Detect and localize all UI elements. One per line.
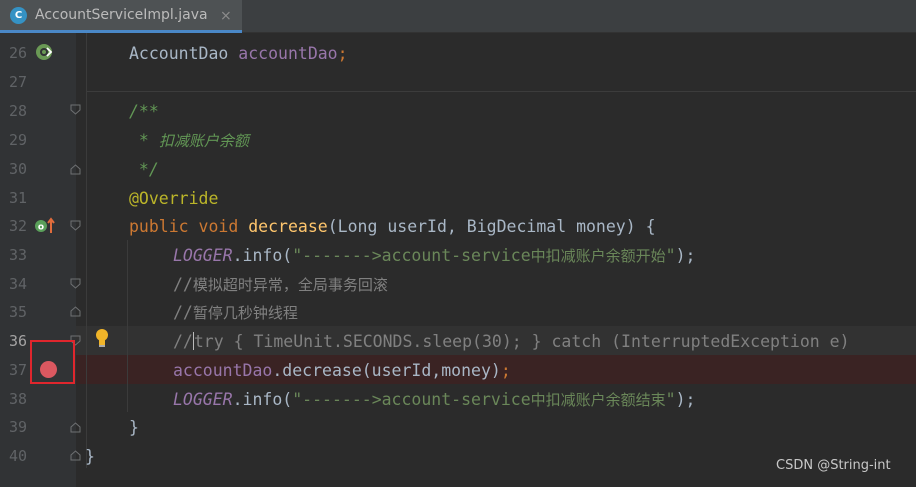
method-separator (86, 91, 916, 92)
code-token: LOGGER (173, 390, 233, 409)
fold-marker-icon[interactable] (70, 450, 81, 461)
code-token: accountDao (238, 44, 338, 63)
fold-marker-icon[interactable] (70, 306, 81, 317)
line-number: 38 (8, 390, 27, 408)
line-number: 35 (8, 303, 27, 321)
code-token: 暂停几秒钟线程 (192, 304, 298, 322)
svg-text:o: o (38, 223, 44, 233)
code-line-29[interactable]: * 扣减账户余额 (129, 126, 249, 155)
code-token: ); (675, 390, 696, 409)
code-line-35[interactable]: //暂停几秒钟线程 (173, 298, 298, 327)
breakpoint-icon[interactable] (40, 361, 57, 378)
code-token: LOGGER (173, 246, 233, 265)
code-line-38[interactable]: LOGGER.info("------->account-service中扣减账… (173, 385, 695, 414)
fold-marker-icon[interactable] (70, 278, 81, 289)
tab-title: AccountServiceImpl.java (35, 7, 208, 23)
code-token: 模拟超时异常，全局事务回滚 (192, 276, 388, 294)
fold-marker-icon[interactable] (70, 164, 81, 175)
code-token: accountDao (173, 361, 273, 380)
code-token: "------->account-service (292, 246, 531, 265)
line-number: 40 (8, 447, 27, 465)
code-token: ; (337, 44, 348, 63)
override-method-icon[interactable]: o (34, 217, 56, 235)
code-token: " (665, 390, 676, 409)
tab-accountserviceimpl[interactable]: C AccountServiceImpl.java ⨯ (0, 0, 242, 33)
code-line-32[interactable]: public void decrease(Long userId, BigDec… (129, 212, 656, 241)
fold-marker-icon[interactable] (70, 220, 81, 231)
code-token: AccountDao (129, 44, 229, 63)
code-token: .info( (232, 390, 293, 409)
code-token: // (173, 303, 193, 322)
line-number: 30 (8, 160, 27, 178)
code-token: // (173, 275, 193, 294)
line-number: 29 (8, 131, 27, 149)
code-token: decrease (248, 217, 328, 236)
code-line-33[interactable]: LOGGER.info("------->account-service中扣减账… (173, 241, 695, 270)
fold-marker-icon[interactable] (70, 104, 81, 115)
code-line-40[interactable]: } (85, 442, 95, 471)
spring-autowired-icon[interactable] (35, 43, 53, 61)
fold-marker-icon[interactable] (70, 422, 81, 433)
line-number: 27 (8, 73, 27, 91)
code-token: .decrease(userId,money) (272, 361, 501, 380)
code-token: (Long userId, BigDecimal money) { (327, 217, 656, 236)
code-token: "------->account-service (292, 390, 531, 409)
indent-guide (86, 33, 87, 468)
line-number: 34 (8, 275, 27, 293)
code-token: * (129, 131, 159, 150)
editor-tab-bar: C AccountServiceImpl.java ⨯ (0, 0, 916, 33)
code-line-28[interactable]: /** (129, 97, 159, 126)
code-token: 扣减账户余额 (158, 132, 249, 150)
indent-guide (127, 240, 128, 412)
line-number: 36 (8, 332, 27, 350)
line-number: 28 (8, 102, 27, 120)
code-line-26[interactable]: AccountDao accountDao; (129, 39, 348, 68)
line-number: 37 (8, 361, 27, 379)
csdn-watermark: CSDN @String-int (776, 458, 891, 473)
code-line-31[interactable]: @Override (129, 184, 218, 213)
code-token: ); (675, 246, 696, 265)
code-token: ; (500, 361, 511, 380)
code-line-34[interactable]: //模拟超时异常，全局事务回滚 (173, 270, 388, 299)
line-number: 26 (8, 44, 27, 62)
code-token: .info( (232, 246, 293, 265)
code-token: // (173, 332, 193, 351)
code-token: try { TimeUnit.SECONDS.sleep(30); } catc… (193, 332, 850, 351)
code-token: 中扣减账户余额开始 (530, 247, 666, 265)
line-number: 32 (8, 217, 27, 235)
code-token: 中扣减账户余额结束 (530, 391, 666, 409)
code-line-37[interactable]: accountDao.decrease(userId,money); (173, 356, 511, 385)
line-number: 39 (8, 418, 27, 436)
intention-bulb-icon[interactable] (94, 328, 110, 348)
code-token: " (665, 246, 676, 265)
code-token: public (129, 217, 189, 236)
code-token: void (198, 217, 239, 236)
close-icon[interactable]: ⨯ (220, 8, 232, 24)
line-number: 33 (8, 246, 27, 264)
code-line-30[interactable]: */ (129, 155, 159, 184)
line-number: 31 (8, 189, 27, 207)
code-line-39[interactable]: } (129, 413, 139, 442)
java-class-icon: C (10, 6, 27, 24)
code-line-36[interactable]: //try { TimeUnit.SECONDS.sleep(30); } ca… (173, 327, 850, 356)
